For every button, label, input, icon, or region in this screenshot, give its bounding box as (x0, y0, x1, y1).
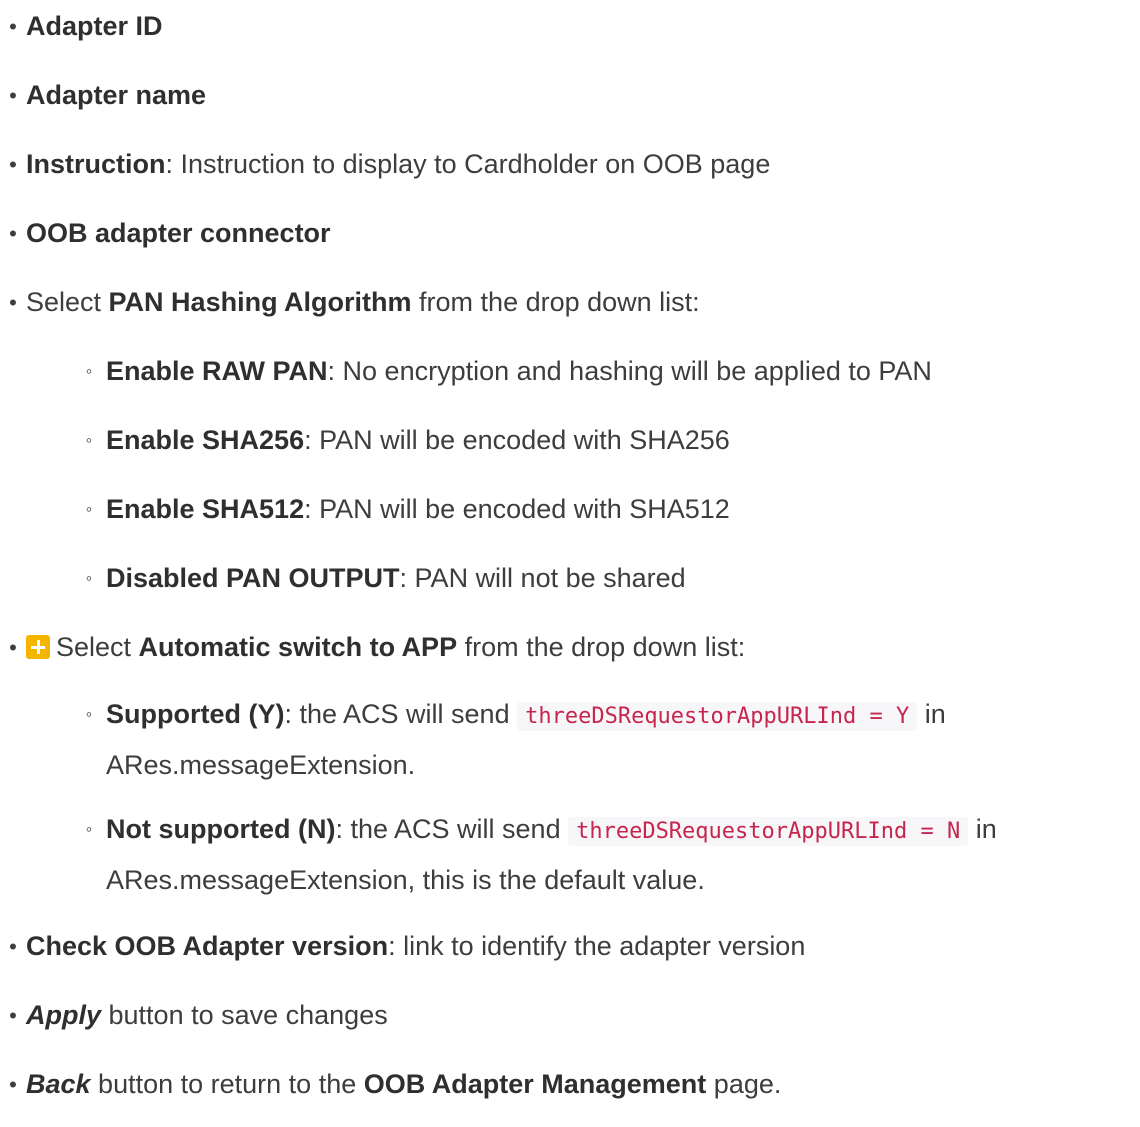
list-item-connector: • OOB adapter connector (6, 207, 1136, 260)
inline-code: threeDSRequestorAppURLInd = Y (517, 702, 918, 731)
item-suffix: from the drop down list: (457, 632, 746, 662)
option-description: : PAN will not be shared (399, 563, 686, 593)
sub-item-disabled-pan: ◦ Disabled PAN OUTPUT: PAN will not be s… (82, 552, 1136, 605)
list-item-check-version: • Check OOB Adapter version: link to ide… (6, 920, 1136, 973)
item-label: PAN Hashing Algorithm (108, 287, 412, 317)
item-description: : link to identify the adapter version (388, 931, 806, 961)
item-label: Adapter ID (26, 11, 163, 41)
sub-item-not-supported: ◦ Not supported (N): the ACS will send t… (82, 805, 1136, 904)
apply-button-name: Apply (26, 1000, 102, 1030)
bullet-icon: • (9, 14, 17, 39)
circle-bullet-icon: ◦ (85, 819, 93, 839)
sub-item-sha512: ◦ Enable SHA512: PAN will be encoded wit… (82, 483, 1136, 536)
option-label: Enable SHA512 (106, 494, 305, 524)
bullet-icon: • (9, 152, 17, 177)
pan-hashing-options: ◦ Enable RAW PAN: No encryption and hash… (26, 345, 1136, 605)
list-item-auto-switch: • Select Automatic switch to APP from th… (6, 621, 1136, 904)
auto-switch-options: ◦ Supported (Y): the ACS will send three… (26, 690, 1136, 904)
bullet-icon: • (9, 290, 17, 315)
option-label: Not supported (N) (106, 814, 336, 844)
option-text-before: : the ACS will send (335, 814, 569, 844)
item-suffix: from the drop down list: (411, 287, 700, 317)
back-button-name: Back (26, 1069, 91, 1099)
circle-bullet-icon: ◦ (85, 361, 93, 381)
option-description: : PAN will be encoded with SHA512 (304, 494, 730, 524)
plus-icon (26, 635, 50, 659)
item-description-end: page. (706, 1069, 782, 1099)
item-label: OOB adapter connector (26, 218, 331, 248)
sub-item-raw-pan: ◦ Enable RAW PAN: No encryption and hash… (82, 345, 1136, 398)
list-item-back: • Back button to return to the OOB Adapt… (6, 1058, 1136, 1111)
option-description: : No encryption and hashing will be appl… (327, 356, 932, 386)
item-description: button to save changes (101, 1000, 388, 1030)
item-description: : Instruction to display to Cardholder o… (165, 149, 771, 179)
option-text-before: : the ACS will send (284, 699, 518, 729)
list-item-adapter-name: • Adapter name (6, 69, 1136, 122)
list-item-adapter-id: • Adapter ID (6, 0, 1136, 53)
item-prefix: Select (26, 287, 109, 317)
bullet-icon: • (9, 1003, 17, 1028)
list-item-instruction: • Instruction: Instruction to display to… (6, 138, 1136, 191)
inline-code: threeDSRequestorAppURLInd = N (568, 817, 969, 846)
bullet-icon: • (9, 934, 17, 959)
page-name: OOB Adapter Management (363, 1069, 707, 1099)
sub-item-supported: ◦ Supported (Y): the ACS will send three… (82, 690, 1136, 789)
item-label: Check OOB Adapter version (26, 931, 389, 961)
circle-bullet-icon: ◦ (85, 499, 93, 519)
bullet-icon: • (9, 635, 17, 660)
item-label: Automatic switch to APP (138, 632, 458, 662)
option-label: Enable RAW PAN (106, 356, 328, 386)
option-label: Disabled PAN OUTPUT (106, 563, 400, 593)
option-description: : PAN will be encoded with SHA256 (304, 425, 730, 455)
sub-item-sha256: ◦ Enable SHA256: PAN will be encoded wit… (82, 414, 1136, 467)
item-label: Adapter name (26, 80, 207, 110)
item-prefix: Select (56, 632, 139, 662)
option-label: Enable SHA256 (106, 425, 305, 455)
field-description-list: • Adapter ID • Adapter name • Instructio… (6, 0, 1136, 1111)
option-label: Supported (Y) (106, 699, 285, 729)
item-description: button to return to the (90, 1069, 364, 1099)
bullet-icon: • (9, 83, 17, 108)
list-item-apply: • Apply button to save changes (6, 989, 1136, 1042)
bullet-icon: • (9, 221, 17, 246)
circle-bullet-icon: ◦ (85, 704, 93, 724)
circle-bullet-icon: ◦ (85, 430, 93, 450)
list-item-pan-hashing: • Select PAN Hashing Algorithm from the … (6, 276, 1136, 605)
bullet-icon: • (9, 1072, 17, 1097)
item-label: Instruction (26, 149, 166, 179)
circle-bullet-icon: ◦ (85, 568, 93, 588)
document-body: • Adapter ID • Adapter name • Instructio… (6, 0, 1136, 1127)
